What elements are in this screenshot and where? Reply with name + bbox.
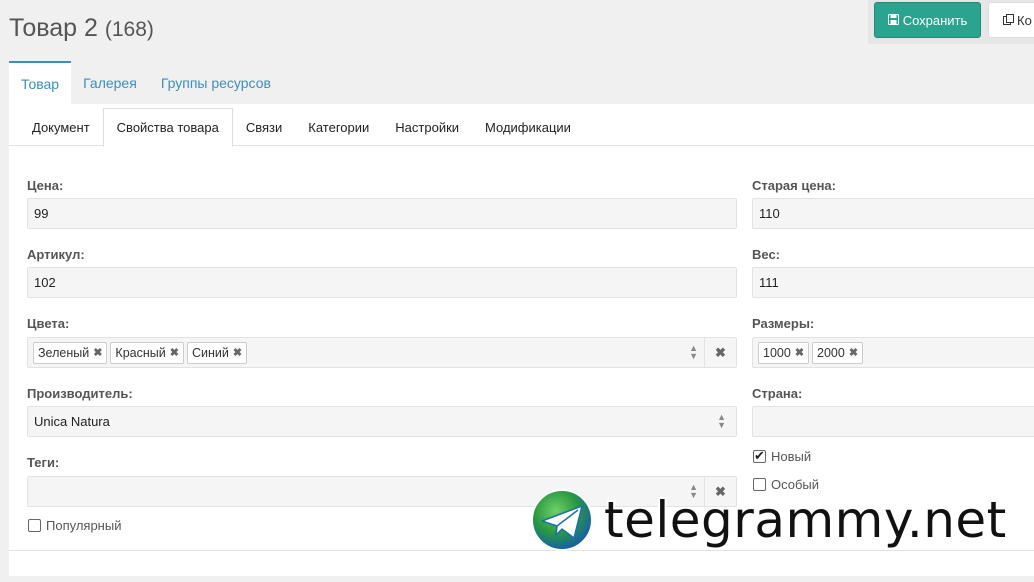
article-input[interactable]: 102 <box>27 267 737 298</box>
tab-document[interactable]: Документ <box>19 108 103 146</box>
watermark-text: telegrammy.net <box>604 491 1007 549</box>
resource-id: (168) <box>104 18 154 41</box>
vendor-value: Unica Natura <box>34 414 110 429</box>
times-icon[interactable]: ✖ <box>849 346 858 359</box>
page-title: Товар 2 (168) <box>9 14 154 43</box>
checkbox-box[interactable] <box>753 448 766 464</box>
tag-chip-label: 1000 <box>763 345 791 360</box>
vendor-select[interactable]: Unica Natura ▲ ▼ <box>27 406 737 437</box>
tag-chip: Зеленый ✖ <box>33 341 108 364</box>
tab-gallery[interactable]: Галерея <box>71 61 149 105</box>
vendor-label: Производитель: <box>27 386 133 401</box>
tab-product-properties[interactable]: Свойства товара <box>102 108 233 147</box>
country-select[interactable] <box>752 406 1034 437</box>
floppy-icon <box>887 13 899 28</box>
sort-icon: ▲ ▼ <box>717 412 726 430</box>
new-checkbox[interactable]: Новый <box>753 448 812 464</box>
tag-chip: Красный ✖ <box>110 341 184 364</box>
tab-settings[interactable]: Настройки <box>382 108 472 146</box>
price-label: Цена: <box>27 178 64 193</box>
price-input[interactable]: 99 <box>27 198 737 229</box>
tag-chip: Синий ✖ <box>186 341 248 364</box>
tag-chip-label: Синий <box>191 345 229 360</box>
sizes-tags: 1000 ✖ 2000 ✖ <box>758 341 864 364</box>
article-value: 102 <box>34 275 56 290</box>
tag-chip-label: Красный <box>115 345 166 360</box>
tags-label: Теги: <box>27 455 60 470</box>
tab-links[interactable]: Связи <box>233 108 295 146</box>
clear-button[interactable]: ✖ <box>704 338 736 367</box>
tag-chip: 1000 ✖ <box>758 341 810 364</box>
save-button-label: Сохранить <box>902 12 968 28</box>
main-tabs: Товар Галерея Группы ресурсов <box>9 61 283 105</box>
copy-icon <box>1003 13 1014 28</box>
tag-chip-label: Зеленый <box>38 345 90 360</box>
times-icon[interactable]: ✖ <box>795 346 804 359</box>
tab-modifications[interactable]: Модификации <box>472 108 584 146</box>
colors-tags: Зеленый ✖ Красный ✖ Синий ✖ <box>33 341 248 364</box>
sizes-select[interactable]: 1000 ✖ 2000 ✖ <box>752 337 1034 368</box>
sizes-label: Размеры: <box>752 316 815 331</box>
tag-chip: 2000 ✖ <box>812 341 864 364</box>
times-icon[interactable]: ✖ <box>93 346 102 359</box>
times-icon[interactable]: ✖ <box>233 346 242 359</box>
popular-checkbox[interactable]: Популярный <box>28 518 121 533</box>
weight-value: 111 <box>759 275 779 290</box>
tab-product[interactable]: Товар <box>9 61 72 105</box>
article-label: Артикул: <box>27 247 85 262</box>
save-button[interactable]: Сохранить <box>874 2 981 38</box>
sub-tabs: Документ Свойства товара Связи Категории… <box>9 108 1034 147</box>
popular-label: Популярный <box>46 518 122 533</box>
watermark: telegrammy.net <box>530 488 1007 552</box>
colors-select[interactable]: Зеленый ✖ Красный ✖ Синий ✖ ▲ ▼ ✖ <box>27 337 737 368</box>
sort-icon: ▲ ▼ <box>689 343 698 361</box>
times-icon[interactable]: ✖ <box>170 346 179 359</box>
weight-label: Вес: <box>752 247 781 262</box>
price-value: 99 <box>34 206 49 221</box>
old-price-input[interactable]: 110 <box>752 198 1034 229</box>
copy-button[interactable]: Ко <box>988 2 1034 38</box>
tab-resource-groups[interactable]: Группы ресурсов <box>149 61 283 105</box>
tag-chip-label: 2000 <box>817 345 845 360</box>
country-label: Страна: <box>752 386 803 401</box>
checkbox-box[interactable] <box>28 519 41 532</box>
new-label: Новый <box>771 449 812 464</box>
weight-input[interactable]: 111 <box>752 267 1034 298</box>
colors-label: Цвета: <box>27 316 70 331</box>
tab-categories[interactable]: Категории <box>295 108 382 146</box>
old-price-value: 110 <box>759 206 780 221</box>
copy-button-label: Ко <box>1017 12 1032 28</box>
page-title-text: Товар 2 <box>9 14 98 42</box>
telegram-globe-icon <box>531 489 593 551</box>
old-price-label: Старая цена: <box>752 178 836 193</box>
